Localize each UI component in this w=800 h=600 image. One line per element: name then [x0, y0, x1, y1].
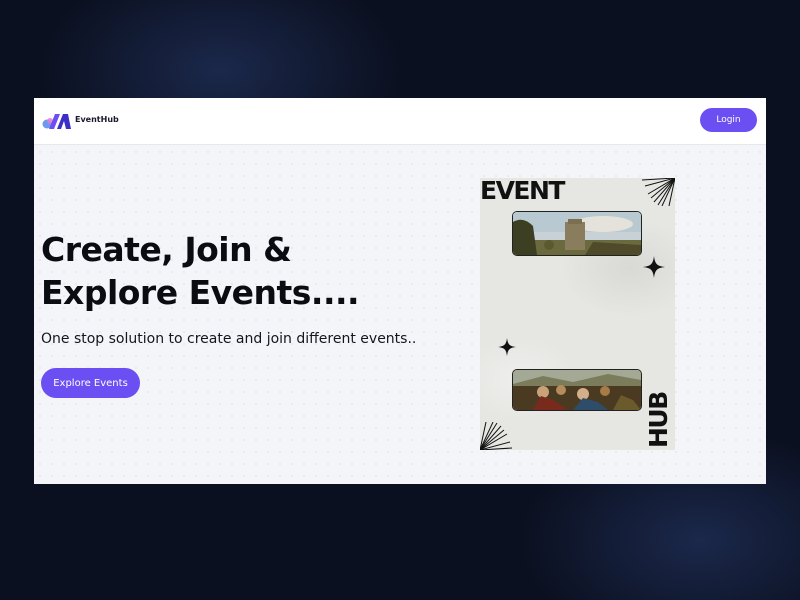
sparkle-icon-small [498, 338, 516, 356]
browser-window: EventHub Login Create, Join & Explore Ev… [34, 98, 766, 484]
sunburst-bottom-left-icon [480, 422, 512, 450]
event-poster-image: EVENT HUB [480, 178, 675, 450]
poster-hub-text: HUB [644, 392, 673, 448]
explore-events-button[interactable]: Explore Events [41, 368, 140, 398]
navbar: EventHub Login [34, 98, 766, 145]
eventhub-logo[interactable] [42, 111, 72, 131]
painting-crowd-image [512, 369, 642, 411]
hero-subtitle: One stop solution to create and join dif… [41, 331, 417, 347]
login-button[interactable]: Login [700, 108, 757, 132]
brand-name[interactable]: EventHub [75, 115, 119, 124]
hero-title-line-2: Explore Events.... [41, 273, 360, 312]
hero-title-line-1: Create, Join & [41, 230, 292, 269]
sparkle-icon [643, 256, 665, 278]
poster-event-text: EVENT [480, 178, 565, 205]
painting-ruins-image [512, 211, 642, 256]
sunburst-top-right-icon [642, 178, 675, 206]
hero-title: Create, Join & Explore Events.... [41, 228, 421, 314]
